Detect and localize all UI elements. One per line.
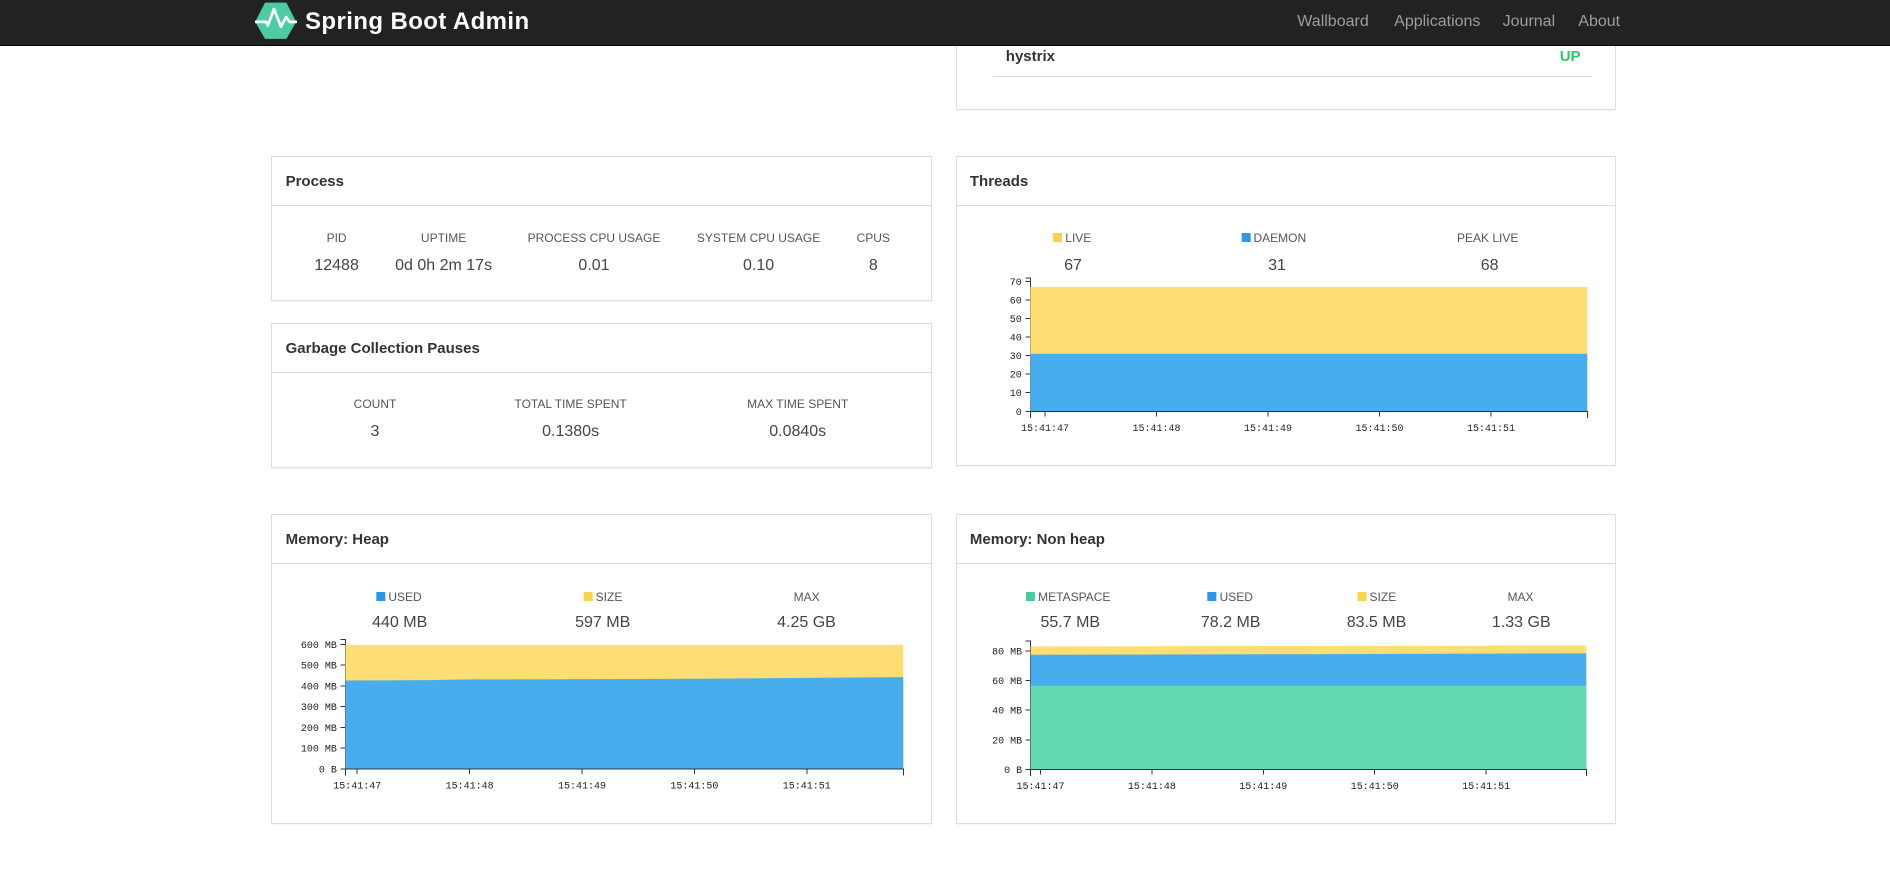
svg-text:15:41:47: 15:41:47 — [333, 781, 381, 792]
svg-text:60 MB: 60 MB — [992, 677, 1022, 688]
svg-text:40 MB: 40 MB — [992, 707, 1022, 718]
svg-text:70: 70 — [1010, 278, 1022, 289]
svg-text:15:41:49: 15:41:49 — [1239, 782, 1287, 793]
svg-text:0: 0 — [1016, 408, 1022, 419]
svg-text:15:41:48: 15:41:48 — [1128, 782, 1176, 793]
svg-text:15:41:48: 15:41:48 — [446, 781, 494, 792]
svg-text:10: 10 — [1010, 389, 1022, 400]
svg-text:15:41:49: 15:41:49 — [1244, 424, 1292, 434]
svg-text:15:41:47: 15:41:47 — [1021, 424, 1069, 434]
svg-text:100 MB: 100 MB — [301, 745, 337, 756]
svg-text:80 MB: 80 MB — [992, 648, 1022, 659]
svg-text:15:41:51: 15:41:51 — [1467, 424, 1515, 434]
svg-text:0 B: 0 B — [319, 765, 337, 776]
svg-text:15:41:49: 15:41:49 — [558, 781, 606, 792]
svg-text:30: 30 — [1010, 352, 1022, 363]
svg-text:200 MB: 200 MB — [301, 724, 337, 735]
svg-text:60: 60 — [1010, 296, 1022, 307]
svg-text:0 B: 0 B — [1004, 766, 1022, 777]
svg-text:15:41:51: 15:41:51 — [783, 781, 831, 792]
svg-text:15:41:51: 15:41:51 — [1462, 782, 1510, 793]
svg-text:300 MB: 300 MB — [301, 703, 337, 714]
svg-text:15:41:50: 15:41:50 — [1351, 782, 1399, 793]
svg-text:20: 20 — [1010, 371, 1022, 382]
svg-text:400 MB: 400 MB — [301, 682, 337, 693]
svg-text:15:41:50: 15:41:50 — [1355, 424, 1403, 434]
svg-text:600 MB: 600 MB — [301, 641, 337, 652]
svg-text:15:41:48: 15:41:48 — [1132, 424, 1180, 434]
svg-text:15:41:50: 15:41:50 — [670, 781, 718, 792]
svg-text:50: 50 — [1010, 315, 1022, 326]
svg-text:40: 40 — [1010, 334, 1022, 345]
svg-text:500 MB: 500 MB — [301, 662, 337, 673]
svg-text:15:41:47: 15:41:47 — [1016, 782, 1064, 793]
svg-text:20 MB: 20 MB — [992, 736, 1022, 747]
